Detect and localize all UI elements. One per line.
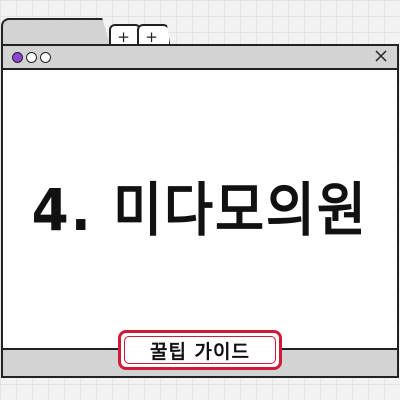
close-icon[interactable] (373, 48, 389, 64)
plus-icon: + (145, 27, 158, 46)
plus-icon: + (117, 27, 130, 46)
tip-guide-badge: 꿀팁 가이드 (118, 330, 282, 370)
title-bar (3, 46, 397, 68)
window-controls (12, 51, 51, 63)
window-dot-white[interactable] (26, 51, 37, 63)
window-dot-white[interactable] (40, 51, 51, 63)
badge-label: 꿀팁 가이드 (149, 340, 250, 363)
window-frame: 4. 미다모의원 (1, 44, 399, 378)
page-title: 4. 미다모의원 (31, 176, 369, 244)
window-dot-purple[interactable] (12, 51, 23, 63)
browser-window: + + 4. 미다모의원 (1, 18, 399, 378)
content-area: 4. 미다모의원 (3, 68, 397, 350)
badge-container: 꿀팁 가이드 (118, 330, 282, 370)
